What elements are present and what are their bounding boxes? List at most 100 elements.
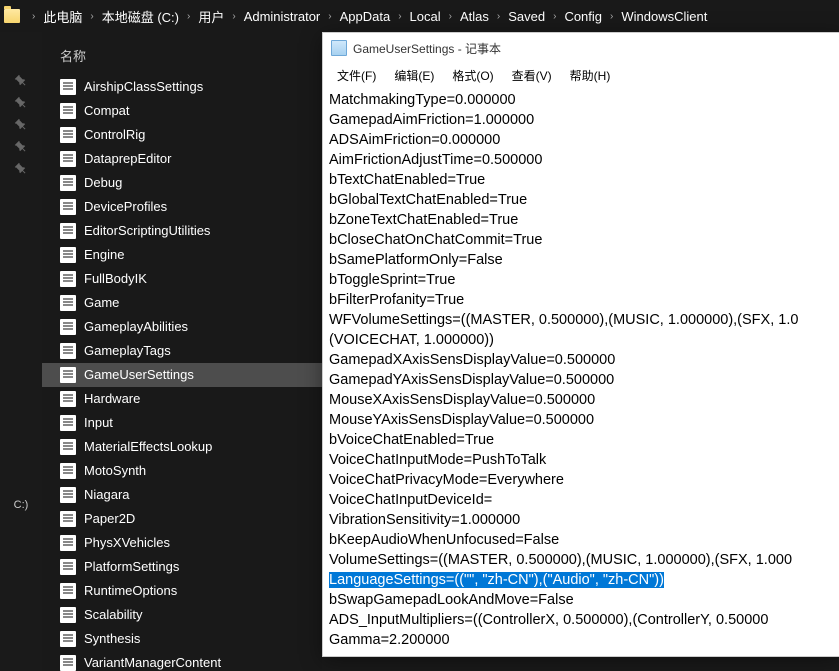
file-item-label: GameplayTags xyxy=(84,341,171,361)
text-line: bTextChatEnabled=True xyxy=(329,170,835,190)
file-icon xyxy=(60,79,76,95)
file-item[interactable]: GameplayTags xyxy=(42,339,322,363)
file-item[interactable]: GameplayAbilities xyxy=(42,315,322,339)
file-item-label: FullBodyIK xyxy=(84,269,147,289)
notepad-titlebar[interactable]: GameUserSettings - 记事本 xyxy=(323,33,839,63)
file-item[interactable]: FullBodyIK xyxy=(42,267,322,291)
breadcrumb-item[interactable]: Local xyxy=(408,9,443,24)
file-item[interactable]: Game xyxy=(42,291,322,315)
text-line: AimFrictionAdjustTime=0.500000 xyxy=(329,150,835,170)
file-icon xyxy=(60,463,76,479)
file-item-label: RuntimeOptions xyxy=(84,581,177,601)
text-line: ADS_InputMultipliers=((ControllerX, 0.50… xyxy=(329,610,835,630)
breadcrumb-item[interactable]: 本地磁盘 (C:) xyxy=(100,7,181,26)
file-item[interactable]: PhysXVehicles xyxy=(42,531,322,555)
file-item[interactable]: GameUserSettings xyxy=(42,363,322,387)
notepad-text-area[interactable]: MatchmakingType=0.000000GamepadAimFricti… xyxy=(323,88,839,656)
breadcrumb-item[interactable]: 此电脑 xyxy=(41,7,84,26)
breadcrumb-item[interactable]: AppData xyxy=(338,9,393,24)
quick-access-gutter: C:) xyxy=(0,32,42,671)
file-icon xyxy=(60,415,76,431)
text-line: MouseXAxisSensDisplayValue=0.500000 xyxy=(329,390,835,410)
file-item[interactable]: Debug xyxy=(42,171,322,195)
text-line: VoiceChatPrivacyMode=Everywhere xyxy=(329,470,835,490)
file-item-label: Paper2D xyxy=(84,509,135,529)
file-icon xyxy=(60,655,76,671)
file-icon xyxy=(60,583,76,599)
text-line: bVoiceChatEnabled=True xyxy=(329,430,835,450)
file-icon xyxy=(60,439,76,455)
file-item-label: DeviceProfiles xyxy=(84,197,167,217)
file-item-label: Game xyxy=(84,293,119,313)
text-line: bSwapGamepadLookAndMove=False xyxy=(329,590,835,610)
file-item[interactable]: DeviceProfiles xyxy=(42,195,322,219)
file-item[interactable]: MaterialEffectsLookup xyxy=(42,435,322,459)
file-item-label: Synthesis xyxy=(84,629,140,649)
file-item-label: Input xyxy=(84,413,113,433)
breadcrumb-item[interactable]: Administrator xyxy=(242,9,323,24)
chevron-right-icon: › xyxy=(547,11,562,22)
file-item[interactable]: MotoSynth xyxy=(42,459,322,483)
file-icon xyxy=(60,151,76,167)
text-line: GamepadAimFriction=1.000000 xyxy=(329,110,835,130)
menu-help[interactable]: 帮助(H) xyxy=(562,65,619,86)
folder-icon xyxy=(4,9,20,23)
file-item-label: DataprepEditor xyxy=(84,149,171,169)
pin-icon xyxy=(11,71,31,91)
menu-view[interactable]: 查看(V) xyxy=(504,65,560,86)
file-item[interactable]: Niagara xyxy=(42,483,322,507)
text-line: bToggleSprint=True xyxy=(329,270,835,290)
text-line: bFilterProfanity=True xyxy=(329,290,835,310)
file-icon xyxy=(60,559,76,575)
chevron-right-icon: › xyxy=(443,11,458,22)
file-item[interactable]: Input xyxy=(42,411,322,435)
pin-icon xyxy=(11,93,31,113)
column-header-name[interactable]: 名称 xyxy=(42,40,322,75)
text-line: VibrationSensitivity=1.000000 xyxy=(329,510,835,530)
breadcrumb-item[interactable]: Atlas xyxy=(458,9,491,24)
text-line: ADSAimFriction=0.000000 xyxy=(329,130,835,150)
file-item-label: Compat xyxy=(84,101,130,121)
file-icon xyxy=(60,295,76,311)
file-item[interactable]: Paper2D xyxy=(42,507,322,531)
file-item-label: EditorScriptingUtilities xyxy=(84,221,210,241)
file-icon xyxy=(60,343,76,359)
file-item[interactable]: DataprepEditor xyxy=(42,147,322,171)
file-item[interactable]: Hardware xyxy=(42,387,322,411)
file-item-label: MaterialEffectsLookup xyxy=(84,437,212,457)
file-item[interactable]: Scalability xyxy=(42,603,322,627)
drive-label: C:) xyxy=(14,499,29,511)
chevron-right-icon: › xyxy=(322,11,337,22)
file-icon xyxy=(60,199,76,215)
file-item[interactable]: Synthesis xyxy=(42,627,322,651)
breadcrumb-item[interactable]: 用户 xyxy=(196,7,226,26)
file-item-label: PlatformSettings xyxy=(84,557,179,577)
file-item-label: Hardware xyxy=(84,389,140,409)
file-item[interactable]: Engine xyxy=(42,243,322,267)
breadcrumb-item[interactable]: Config xyxy=(562,9,604,24)
text-line: Gamma=2.200000 xyxy=(329,630,835,650)
menu-edit[interactable]: 编辑(E) xyxy=(386,65,442,86)
file-item-label: VariantManagerContent xyxy=(84,653,221,671)
menu-format[interactable]: 格式(O) xyxy=(444,65,501,86)
file-item-label: Niagara xyxy=(84,485,130,505)
file-item[interactable]: Compat xyxy=(42,99,322,123)
file-icon xyxy=(60,247,76,263)
file-icon xyxy=(60,223,76,239)
file-item[interactable]: PlatformSettings xyxy=(42,555,322,579)
file-item[interactable]: RuntimeOptions xyxy=(42,579,322,603)
file-item[interactable]: ControlRig xyxy=(42,123,322,147)
file-item[interactable]: VariantManagerContent xyxy=(42,651,322,671)
breadcrumb-item[interactable]: WindowsClient xyxy=(619,9,709,24)
file-item[interactable]: EditorScriptingUtilities xyxy=(42,219,322,243)
file-icon xyxy=(60,607,76,623)
file-item[interactable]: AirshipClassSettings xyxy=(42,75,322,99)
file-icon xyxy=(60,391,76,407)
text-line: VoiceChatInputDeviceId= xyxy=(329,490,835,510)
file-item-label: ControlRig xyxy=(84,125,145,145)
file-icon xyxy=(60,319,76,335)
breadcrumb-item[interactable]: Saved xyxy=(506,9,547,24)
chevron-right-icon: › xyxy=(226,11,241,22)
file-item-label: GameplayAbilities xyxy=(84,317,188,337)
menu-file[interactable]: 文件(F) xyxy=(329,65,384,86)
